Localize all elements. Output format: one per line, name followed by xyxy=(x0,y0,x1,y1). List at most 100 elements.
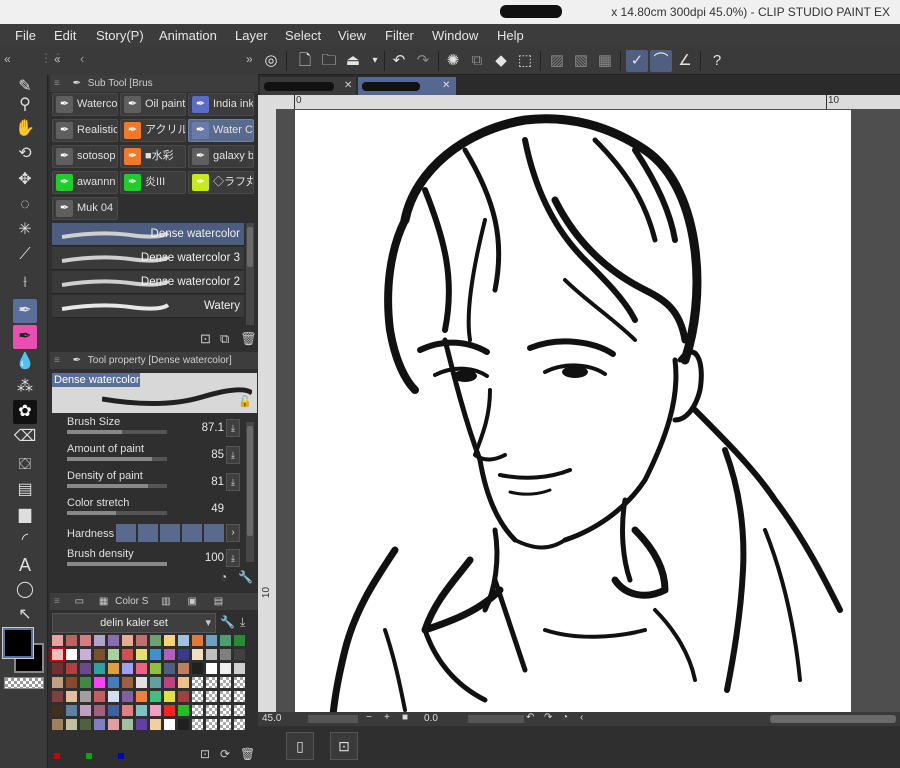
close-icon[interactable]: ✕ xyxy=(344,77,352,95)
color-swatch[interactable] xyxy=(164,635,175,646)
download-icon[interactable]: ⤓ xyxy=(226,419,240,437)
trash-icon[interactable]: 🗑 xyxy=(240,747,255,761)
close-icon[interactable]: ✕ xyxy=(442,77,450,95)
subtool-chip[interactable]: ✒ ■水彩 xyxy=(120,145,186,168)
lock-icon[interactable]: 🔓 xyxy=(238,395,252,408)
color-swatch[interactable] xyxy=(80,719,91,730)
color-swatch[interactable] xyxy=(80,705,91,716)
color-swatch[interactable] xyxy=(220,649,231,660)
color-swatch[interactable] xyxy=(108,663,119,674)
horizontal-scrollbar[interactable] xyxy=(770,715,896,723)
color-swatch[interactable] xyxy=(80,635,91,646)
collapse-panel-icon[interactable]: « xyxy=(54,52,61,66)
color-swatch[interactable] xyxy=(150,677,161,688)
property-value[interactable]: 87.1 xyxy=(202,422,224,434)
rotate-left-icon[interactable]: ↶ xyxy=(526,712,534,723)
property-slider[interactable] xyxy=(67,511,167,515)
color-swatch[interactable] xyxy=(234,705,245,716)
hand-tool-icon[interactable]: ✋ xyxy=(13,117,37,141)
loading-icon[interactable]: ✺ xyxy=(442,50,464,72)
color-swatch[interactable] xyxy=(52,705,63,716)
color-swatch[interactable] xyxy=(178,677,189,688)
subtool-chip[interactable]: ✒ Oil paint xyxy=(120,93,186,116)
color-swatch[interactable] xyxy=(52,719,63,730)
color-swatch[interactable] xyxy=(122,705,133,716)
color-swatch[interactable] xyxy=(220,719,231,730)
gradient-icon[interactable]: ▆ xyxy=(13,503,37,527)
magic-wand-icon[interactable]: ✳ xyxy=(13,218,37,242)
trash-icon[interactable]: 🗑 xyxy=(240,331,257,347)
frame-tool-icon[interactable]: ▤ xyxy=(13,478,37,502)
menu-view[interactable]: View xyxy=(338,28,366,43)
color-swatch[interactable] xyxy=(220,635,231,646)
color-swatch[interactable] xyxy=(66,649,77,660)
subtool-chip[interactable]: ✒ India ink xyxy=(188,93,254,116)
subtool-chip[interactable]: ✒ 炎III xyxy=(120,171,186,194)
duplicate-icon[interactable]: ⧉ xyxy=(220,331,229,347)
story-editor-icon[interactable]: ▯ xyxy=(286,732,314,760)
color-swatch[interactable] xyxy=(136,691,147,702)
property-value[interactable]: 85 xyxy=(211,449,224,461)
zoom-value[interactable]: 45.0 xyxy=(262,713,281,724)
color-swatch[interactable] xyxy=(192,691,203,702)
lasso-tool-icon[interactable]: ◌ xyxy=(13,193,37,217)
register-color-icon[interactable]: ⤓ xyxy=(240,615,245,630)
color-swatch[interactable] xyxy=(66,691,77,702)
rotate-right-icon[interactable]: ↷ xyxy=(544,712,552,723)
hardness-selector[interactable] xyxy=(116,524,224,542)
subtool-chip[interactable]: ✒ sotosop xyxy=(52,145,118,168)
color-swatch[interactable] xyxy=(164,663,175,674)
ruler-snap-icon[interactable]: ∠ xyxy=(674,50,696,72)
brush-list-item[interactable]: Dense watercolor xyxy=(52,223,244,246)
color-set-tab-icon[interactable]: ▦ xyxy=(99,596,108,607)
color-swatch[interactable] xyxy=(206,691,217,702)
color-swatch[interactable] xyxy=(150,663,161,674)
color-swatch[interactable] xyxy=(192,719,203,730)
color-swatch[interactable] xyxy=(206,663,217,674)
color-swatch[interactable] xyxy=(192,705,203,716)
fill-icon[interactable]: ◆ xyxy=(490,50,512,72)
color-swatch[interactable] xyxy=(66,635,77,646)
spray-icon[interactable]: ⁂ xyxy=(13,375,37,399)
color-swatch[interactable] xyxy=(164,705,175,716)
drawing-paper[interactable] xyxy=(295,110,851,715)
property-slider[interactable] xyxy=(67,484,167,488)
help-icon[interactable]: ? xyxy=(706,50,728,72)
scroll-thumb[interactable] xyxy=(247,426,253,536)
menu-edit[interactable]: Edit xyxy=(54,28,76,43)
color-swatch[interactable] xyxy=(178,691,189,702)
color-swatch[interactable] xyxy=(50,647,65,662)
move-tool-icon[interactable]: ✥ xyxy=(13,168,37,192)
color-swatch[interactable] xyxy=(136,649,147,660)
color-swatch[interactable] xyxy=(94,649,105,660)
eyedropper-icon[interactable]: ⟋ xyxy=(13,243,37,267)
back-arrow-icon[interactable]: ‹ xyxy=(80,51,84,66)
approx-color-tab-icon[interactable]: ▣ xyxy=(187,596,196,607)
color-swatch[interactable] xyxy=(234,649,245,660)
menu-window[interactable]: Window xyxy=(432,28,478,43)
color-swatch[interactable] xyxy=(164,719,175,730)
color-swatch[interactable] xyxy=(94,635,105,646)
pen-stabilize-icon[interactable]: ✓ xyxy=(626,50,648,72)
color-swatch[interactable] xyxy=(206,705,217,716)
brush-list-item[interactable]: Dense watercolor 2 xyxy=(52,271,244,294)
zoom-out-icon[interactable]: − xyxy=(366,712,372,723)
document-tab[interactable]: ✕ xyxy=(260,77,356,95)
open-folder-icon[interactable]: 🗀 xyxy=(318,50,340,72)
download-icon[interactable]: ⤓ xyxy=(226,549,240,567)
brush-list-scrollbar[interactable] xyxy=(246,223,254,325)
replace-color-icon[interactable]: ⟳ xyxy=(220,747,230,761)
color-swatch[interactable] xyxy=(66,705,77,716)
color-swatch[interactable] xyxy=(150,705,161,716)
color-swatch[interactable] xyxy=(80,649,91,660)
color-swatch[interactable] xyxy=(136,719,147,730)
color-swatch[interactable] xyxy=(108,705,119,716)
color-swatch[interactable] xyxy=(234,691,245,702)
color-swatch[interactable] xyxy=(122,691,133,702)
blend-tool-icon[interactable]: 💧 xyxy=(13,350,37,374)
color-swatch[interactable] xyxy=(94,677,105,688)
color-swatch[interactable] xyxy=(80,677,91,688)
brush-density-slider[interactable] xyxy=(67,562,167,566)
color-swatch[interactable] xyxy=(234,663,245,674)
chevron-down-icon[interactable]: ▾ xyxy=(364,50,386,72)
